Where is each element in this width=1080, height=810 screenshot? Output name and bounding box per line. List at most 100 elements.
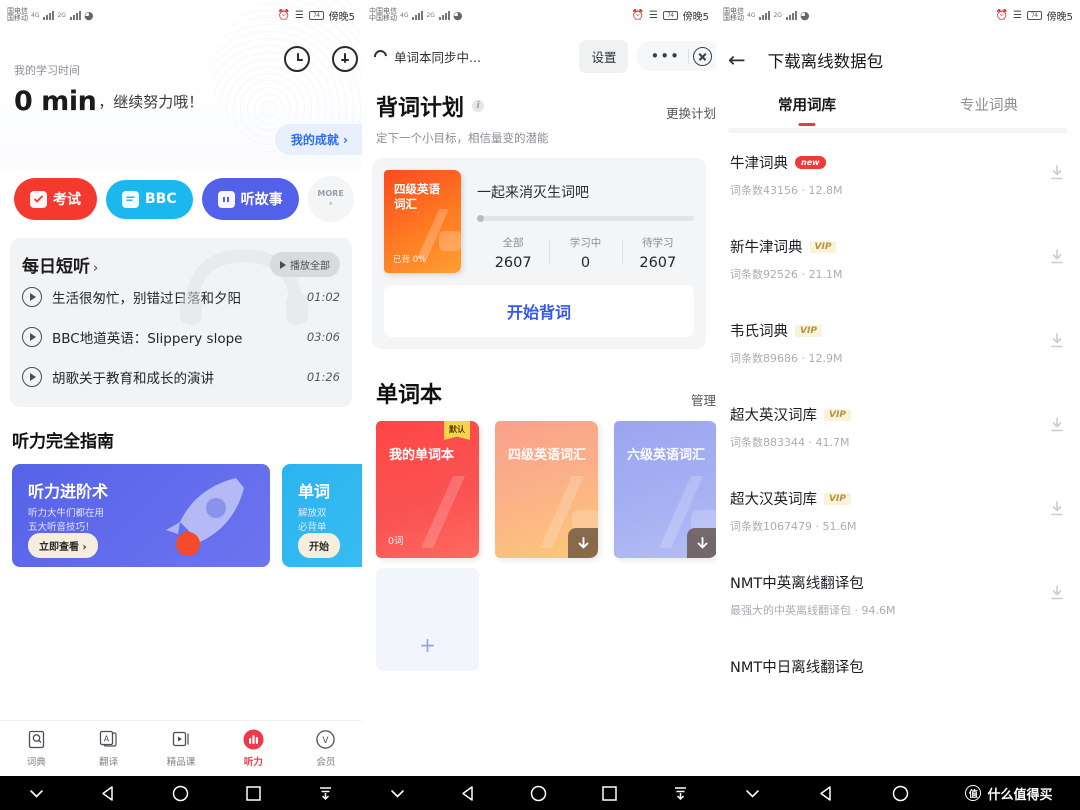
stat-learning-value: 0 — [580, 255, 591, 271]
quick-entry-exam[interactable]: 考试 — [14, 178, 97, 220]
download-icon[interactable] — [568, 528, 598, 558]
status-badge: VIP — [795, 324, 822, 337]
recents-icon[interactable] — [600, 784, 619, 803]
play-icon[interactable] — [22, 327, 42, 347]
back-icon[interactable] — [459, 784, 478, 803]
download-nav-icon[interactable] — [316, 784, 335, 803]
svg-text:A: A — [104, 735, 110, 744]
wordbook-card-cet6[interactable]: 六级英语词汇 — [614, 421, 716, 558]
progress-knob — [477, 215, 484, 222]
tab-translate[interactable]: A 翻译 — [72, 729, 144, 768]
dictionary-icon — [27, 729, 46, 750]
status-right-2: ⏰ ☰ 74 傍晚5 — [632, 8, 709, 23]
manage-button[interactable]: 管理 — [691, 390, 716, 409]
plan-book-cover[interactable]: 四级英语 词汇 已背 0% — [384, 170, 461, 273]
home-icon[interactable] — [171, 784, 190, 803]
download-icon[interactable] — [1048, 584, 1066, 606]
back-icon[interactable] — [99, 784, 118, 803]
dict-meta: 词条数43156 · 12.8M — [730, 184, 843, 197]
add-wordbook-button[interactable]: + — [376, 568, 479, 671]
tab-course[interactable]: 精品课 — [145, 729, 217, 768]
wordbook-title-text: 四级英语词汇 — [508, 448, 587, 463]
download-icon[interactable] — [687, 528, 716, 558]
more-label: MORE — [317, 189, 344, 198]
download-clock-icon[interactable] — [332, 46, 358, 72]
wordbook-title-text: 六级英语词汇 — [627, 448, 706, 463]
guide-card-button[interactable]: 开始 — [298, 533, 340, 558]
status-bar-3: 国电信 国移动 4G 2G ◕ ⏰ ☰ 74 傍晚5 — [716, 0, 1080, 30]
table-row[interactable]: NMT中英离线翻译包 最强大的中英离线翻译包 · 94.6M — [730, 553, 1080, 637]
play-all-button[interactable]: 播放全部 — [270, 252, 340, 277]
table-row[interactable]: 超大英汉词库 VIP 词条数883344 · 41.7M — [730, 385, 1080, 469]
home-icon[interactable] — [891, 784, 910, 803]
guide-card-title: 单词 — [298, 482, 331, 501]
quick-entry-more[interactable]: MORE › — [307, 176, 354, 222]
dict-info: 韦氏词典 VIP 词条数89686 · 12.9M — [730, 320, 1048, 366]
change-plan-button[interactable]: 更换计划 — [666, 103, 716, 122]
settings-button[interactable]: 设置 — [579, 39, 629, 73]
hide-keyboard-icon[interactable] — [388, 784, 407, 803]
tab-vip[interactable]: V 会员 — [290, 729, 362, 768]
study-hero: 我的学习时间 0 min ，继续努力哦！ 我的成就 › — [0, 0, 362, 170]
download-icon[interactable] — [1048, 164, 1066, 186]
back-arrow-icon[interactable]: ← — [728, 49, 746, 71]
play-icon[interactable] — [22, 287, 42, 307]
vibrate-icon: ☰ — [649, 9, 658, 21]
hide-keyboard-icon[interactable] — [27, 784, 46, 803]
download-icon[interactable] — [1048, 416, 1066, 438]
table-row[interactable]: 韦氏词典 VIP 词条数89686 · 12.9M — [730, 301, 1080, 385]
dict-info: NMT中日离线翻译包 — [730, 656, 1066, 677]
carrier-2: 中国移动 — [369, 14, 397, 22]
more-icon[interactable]: ••• — [642, 48, 688, 63]
daily-listening-title[interactable]: 每日短听 › — [22, 252, 98, 277]
info-icon[interactable]: i — [472, 100, 485, 112]
network-type-1: 4G — [400, 11, 409, 19]
table-row[interactable]: 新牛津词典 VIP 词条数92526 · 21.1M — [730, 217, 1080, 301]
dictionary-list: 牛津词典 new 词条数43156 · 12.8M 新牛津词典 VIP 词条数9… — [716, 133, 1080, 696]
tab-professional-dict[interactable]: 专业词典 — [898, 94, 1080, 126]
status-bar-1: 国电信 国移动 4G 2G ◕ ⏰ ☰ 74 傍晚5 — [0, 0, 362, 30]
wordbook-card-cet4[interactable]: 四级英语词汇 — [495, 421, 598, 558]
dict-meta: 词条数1067479 · 51.6M — [730, 520, 857, 533]
guide-card-button[interactable]: 立即查看 › — [28, 533, 98, 558]
tab-dictionary[interactable]: 词典 — [0, 729, 72, 768]
guide-card-words[interactable]: 单词 解放双 必背单 开始 — [282, 464, 362, 567]
plan-book-progress: 已背 0% — [393, 255, 427, 265]
course-icon — [172, 729, 191, 750]
daily-listening-header: 每日短听 › 播放全部 — [10, 252, 352, 277]
tab-dictionary-label: 词典 — [26, 757, 46, 768]
hide-keyboard-icon[interactable] — [743, 784, 762, 803]
table-row[interactable]: 牛津词典 new 词条数43156 · 12.8M — [730, 133, 1080, 217]
wifi-icon: ◕ — [83, 8, 94, 22]
download-icon[interactable] — [1048, 332, 1066, 354]
home-icon[interactable] — [529, 784, 548, 803]
wordbook-add-row: + — [362, 558, 716, 671]
guide-card-carousel[interactable]: 听力进阶术 听力大牛们都在用 五大听音技巧！ 立即查看 › 单词 解放双 必背单… — [0, 452, 362, 567]
quick-entry-story[interactable]: 听故事 — [201, 178, 299, 220]
exam-icon — [30, 190, 47, 208]
wordbook-card-my[interactable]: 默认 我的单词本 0词 — [376, 421, 479, 558]
recents-icon[interactable] — [244, 784, 263, 803]
translate-icon: A — [99, 729, 118, 750]
back-icon[interactable] — [817, 784, 836, 803]
play-icon — [280, 260, 286, 269]
tab-common-dict[interactable]: 常用词库 — [716, 94, 898, 126]
download-icon[interactable] — [1048, 500, 1066, 522]
guide-card-listening[interactable]: 听力进阶术 听力大牛们都在用 五大听音技巧！ 立即查看 › — [12, 464, 270, 567]
close-icon[interactable] — [693, 46, 712, 66]
tab-listening[interactable]: 听力 — [217, 729, 289, 768]
start-memorize-button[interactable]: 开始背词 — [384, 285, 694, 337]
history-clock-icon[interactable] — [284, 46, 310, 72]
download-nav-icon[interactable] — [671, 784, 690, 803]
table-row[interactable]: NMT中日离线翻译包 — [730, 637, 1080, 696]
play-icon[interactable] — [22, 367, 42, 387]
download-icon[interactable] — [1048, 248, 1066, 270]
table-row[interactable]: 超大汉英词库 VIP 词条数1067479 · 51.6M — [730, 469, 1080, 553]
my-achievement-button[interactable]: 我的成就 › — [274, 124, 362, 155]
network-type-2: 2G — [57, 11, 66, 19]
quick-entry-bbc[interactable]: BBC — [106, 179, 193, 219]
signal-bars-1 — [43, 10, 55, 20]
sync-status-text: 单词本同步中... — [394, 49, 481, 65]
list-item[interactable]: 胡歌关于教育和成长的演讲 01:26 — [10, 357, 352, 397]
wordbook-title: 单词本 — [376, 383, 443, 408]
